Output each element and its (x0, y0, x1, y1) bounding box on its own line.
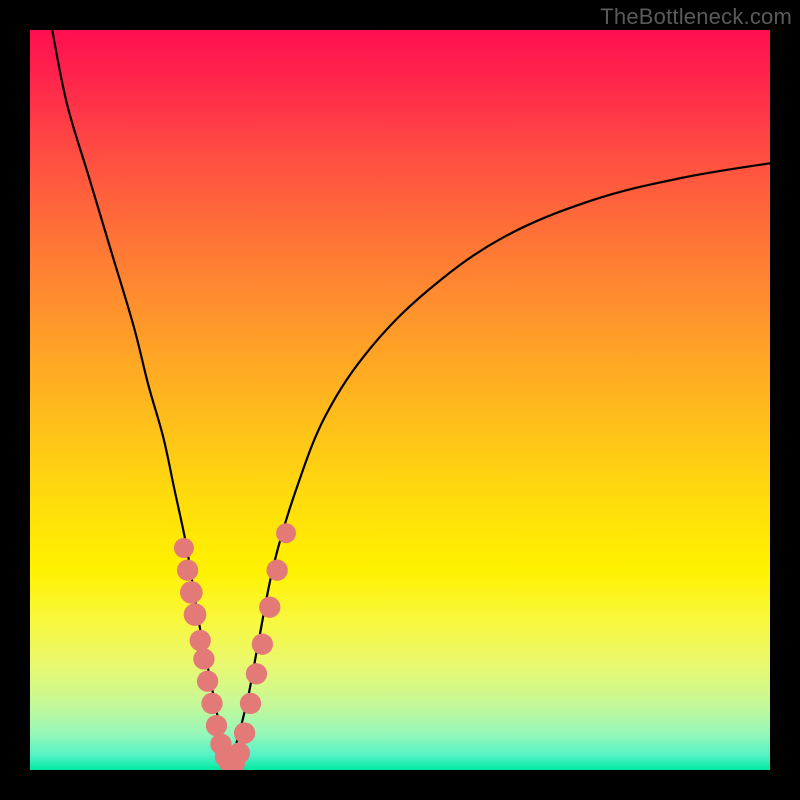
data-marker (193, 648, 214, 669)
data-marker (252, 634, 273, 655)
data-marker (240, 693, 261, 714)
chart-container: TheBottleneck.com (0, 0, 800, 800)
data-marker (259, 597, 280, 618)
marker-group (174, 523, 296, 770)
plot-area (30, 30, 770, 770)
data-marker (206, 715, 227, 736)
data-marker (246, 663, 267, 684)
data-marker (267, 560, 288, 581)
data-marker (201, 693, 222, 714)
data-marker (276, 523, 296, 543)
data-marker (229, 742, 250, 763)
curve-right-branch (230, 163, 770, 766)
data-marker (190, 630, 211, 651)
watermark-text: TheBottleneck.com (600, 4, 792, 30)
chart-svg (30, 30, 770, 770)
data-marker (177, 560, 198, 581)
data-marker (174, 538, 194, 558)
data-marker (180, 581, 203, 604)
data-marker (184, 603, 207, 626)
data-marker (197, 671, 218, 692)
data-marker (234, 722, 255, 743)
